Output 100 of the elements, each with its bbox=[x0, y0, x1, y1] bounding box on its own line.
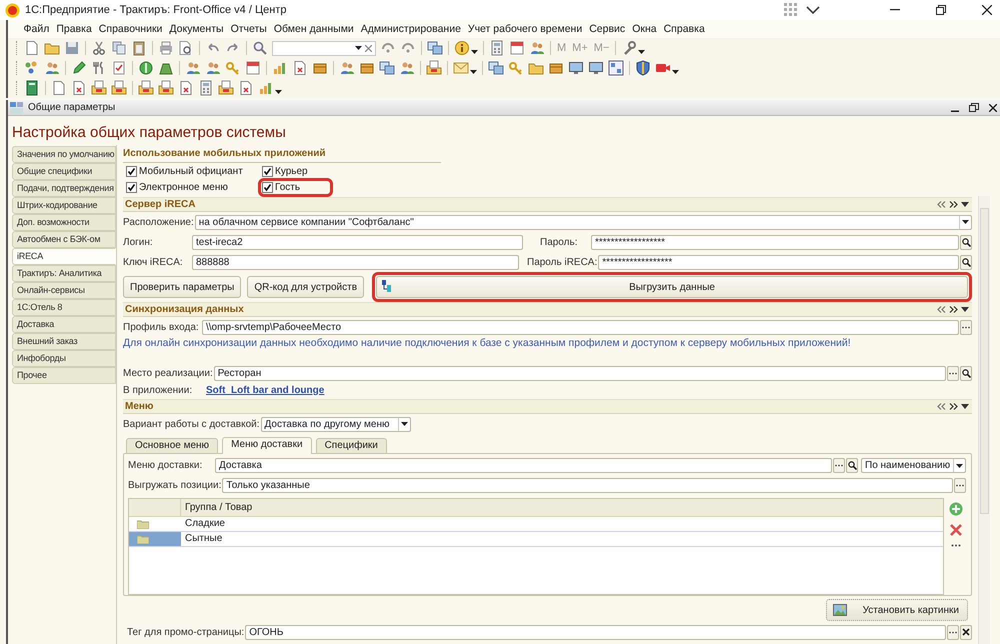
floppy-icon[interactable] bbox=[64, 40, 80, 56]
close-icon[interactable] bbox=[982, 5, 992, 15]
input-field[interactable]: 888888 bbox=[192, 254, 519, 270]
restore-icon[interactable] bbox=[969, 103, 979, 112]
coin-icon[interactable] bbox=[138, 60, 154, 76]
caret-icon[interactable] bbox=[961, 307, 969, 312]
checkbox[interactable] bbox=[262, 166, 273, 176]
checkbox-label[interactable]: Мобильный официант bbox=[139, 166, 243, 176]
more-icon[interactable] bbox=[951, 544, 961, 548]
link[interactable]: Soft Loft bar and lounge bbox=[206, 384, 324, 396]
side-tab[interactable]: Прочее bbox=[12, 367, 116, 384]
people-icon[interactable] bbox=[44, 60, 60, 76]
add-icon[interactable] bbox=[949, 502, 963, 516]
side-tab[interactable]: Доп. возможности bbox=[12, 214, 116, 231]
document-icon[interactable] bbox=[24, 40, 40, 56]
calendar-icon[interactable] bbox=[245, 60, 261, 76]
scissors-icon[interactable] bbox=[91, 40, 107, 56]
ellipsis-button[interactable] bbox=[960, 320, 972, 334]
people-icon[interactable] bbox=[339, 60, 355, 76]
folder-document-icon[interactable] bbox=[111, 80, 127, 96]
menu-item[interactable]: Справка bbox=[660, 23, 708, 35]
restore-icon[interactable] bbox=[936, 5, 946, 15]
delete-icon[interactable] bbox=[950, 524, 962, 536]
caret-icon[interactable] bbox=[470, 70, 477, 74]
dropdown-field[interactable]: По наименованию bbox=[861, 458, 966, 474]
people-icon[interactable] bbox=[185, 60, 201, 76]
windows-icon[interactable] bbox=[488, 60, 504, 76]
side-tab[interactable]: Инфоборды bbox=[12, 350, 116, 367]
input-field[interactable]: Доставка bbox=[215, 458, 832, 474]
search-button[interactable] bbox=[846, 458, 858, 474]
menu-item[interactable]: Файл bbox=[20, 23, 53, 35]
windows-icon[interactable] bbox=[379, 60, 395, 76]
side-tab[interactable]: iRECA bbox=[12, 248, 116, 265]
calendar-icon[interactable] bbox=[509, 40, 525, 56]
search-button[interactable] bbox=[960, 234, 972, 250]
double-chevron-left-icon[interactable] bbox=[937, 306, 946, 313]
folder-document-icon[interactable] bbox=[158, 80, 174, 96]
dropdown-field[interactable]: на облачном сервисе компании "Софтбаланс" bbox=[194, 214, 972, 230]
caret-icon[interactable] bbox=[961, 404, 969, 409]
windows-icon[interactable] bbox=[427, 40, 443, 56]
bar-chart-icon[interactable] bbox=[272, 60, 288, 76]
minimize-icon[interactable] bbox=[890, 9, 900, 11]
side-tab[interactable]: Трактиръ: Аналитика bbox=[12, 265, 116, 282]
calculator-icon[interactable] bbox=[489, 40, 505, 56]
menu-item[interactable]: Документы bbox=[166, 23, 228, 35]
side-tab[interactable]: Доставка bbox=[12, 316, 116, 333]
key-icon[interactable] bbox=[508, 60, 524, 76]
input-field[interactable]: \\omp-srvtemp\РабочееМесто bbox=[202, 320, 959, 334]
side-tab[interactable]: Подачи, подтверждения bbox=[12, 180, 116, 197]
document-cross-icon[interactable] bbox=[292, 60, 308, 76]
side-tab[interactable]: Онлайн-сервисы bbox=[12, 282, 116, 299]
chevron-down-icon[interactable] bbox=[806, 6, 820, 14]
input-field[interactable]: ****************** bbox=[591, 234, 959, 250]
folder-document-icon[interactable] bbox=[218, 80, 234, 96]
people-icon[interactable] bbox=[399, 60, 415, 76]
upload-button[interactable]: Выгрузить данные bbox=[376, 276, 968, 298]
caret-icon[interactable] bbox=[471, 50, 478, 54]
document-icon[interactable] bbox=[51, 80, 67, 96]
folder-document-icon[interactable] bbox=[91, 80, 107, 96]
checkbox[interactable] bbox=[262, 182, 273, 192]
search-icon[interactable] bbox=[252, 40, 268, 56]
set-pictures-button[interactable]: Установить картинки bbox=[826, 599, 968, 621]
checkbox-label[interactable]: Гость bbox=[275, 182, 300, 192]
input-field[interactable]: ****************** bbox=[598, 254, 959, 270]
side-tab[interactable]: Внешний заказ bbox=[12, 333, 116, 350]
button[interactable]: QR-код для устройств bbox=[247, 276, 364, 298]
shield-icon[interactable] bbox=[635, 60, 651, 76]
tab[interactable]: Меню доставки bbox=[222, 437, 312, 454]
side-tab[interactable]: Общие специфики bbox=[12, 163, 116, 180]
menu-item[interactable]: Обмен данными bbox=[270, 23, 358, 35]
printer-icon[interactable] bbox=[158, 40, 174, 56]
search-field[interactable] bbox=[272, 40, 376, 56]
table-row[interactable]: Сладкие bbox=[129, 517, 943, 532]
key-icon[interactable] bbox=[225, 60, 241, 76]
caret-icon[interactable] bbox=[638, 50, 646, 54]
folder-document-icon[interactable] bbox=[138, 80, 154, 96]
table-row[interactable]: Сытные bbox=[129, 532, 943, 548]
monitor-icon[interactable] bbox=[588, 60, 604, 76]
calculator-icon[interactable] bbox=[198, 80, 214, 96]
document-cross-icon[interactable] bbox=[178, 80, 194, 96]
menu-item[interactable]: Администрирование bbox=[357, 23, 464, 35]
people-icon[interactable] bbox=[205, 60, 221, 76]
dropdown-field[interactable]: Доставка по другому меню bbox=[260, 416, 410, 432]
people-icon[interactable] bbox=[529, 40, 545, 56]
double-chevron-right-icon[interactable] bbox=[949, 306, 958, 313]
checklist-icon[interactable] bbox=[111, 60, 127, 76]
caret-icon[interactable] bbox=[961, 202, 969, 207]
document-cross-icon[interactable] bbox=[238, 80, 254, 96]
document-cross-icon[interactable] bbox=[71, 80, 87, 96]
search-button[interactable] bbox=[960, 254, 972, 270]
checkbox-label[interactable]: Курьер bbox=[275, 166, 308, 176]
double-chevron-left-icon[interactable] bbox=[937, 403, 946, 410]
menu-item[interactable]: Правка bbox=[52, 23, 96, 35]
grid-icon[interactable] bbox=[608, 60, 624, 76]
pen-icon[interactable] bbox=[71, 60, 87, 76]
scrollbar[interactable] bbox=[978, 196, 990, 644]
side-tab[interactable]: 1С:Отель 8 bbox=[12, 299, 116, 316]
checkbox-label[interactable]: Электронное меню bbox=[139, 182, 228, 192]
checkbox[interactable] bbox=[126, 182, 137, 192]
caret-icon[interactable] bbox=[672, 70, 679, 74]
